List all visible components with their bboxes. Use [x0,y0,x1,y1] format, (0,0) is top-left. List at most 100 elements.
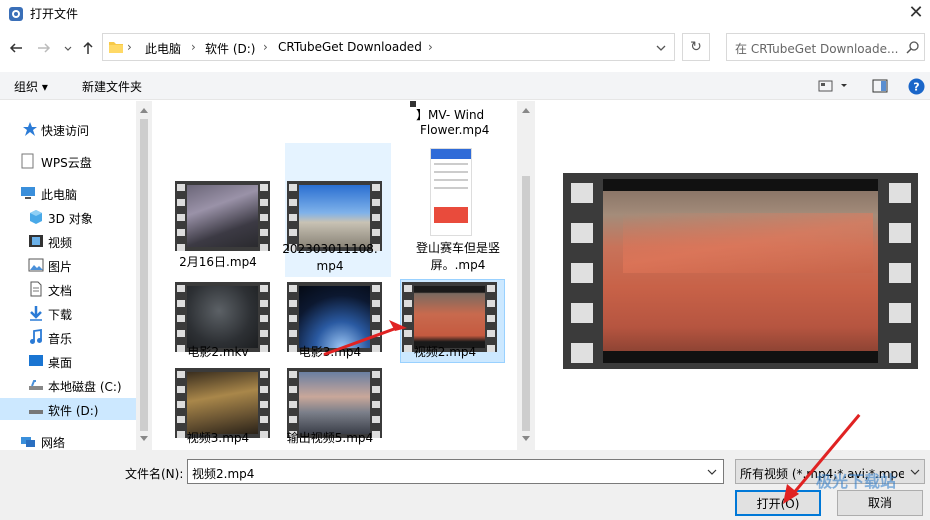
cube-icon [30,210,42,224]
sidebar-item-drive-c[interactable]: 本地磁盘 (C:) [0,374,136,396]
scroll-up-icon[interactable] [140,107,148,113]
file-tile[interactable]: 202303011108. mp4 [267,181,382,276]
scroll-down-icon[interactable] [140,436,148,442]
chevron-down-icon[interactable] [707,468,717,476]
sidebar-item-desktop[interactable]: 桌面 [0,350,136,372]
new-folder-button[interactable]: 新建文件夹 [82,78,142,95]
sprocket-hole [571,183,593,203]
file-tile[interactable]: 电影3.mp4 [267,282,382,362]
document-icon [30,281,42,297]
sprocket-hole [177,229,185,236]
picture-icon [28,258,44,272]
help-icon[interactable]: ? [908,78,925,95]
sidebar-item-pictures[interactable]: 图片 [0,254,136,276]
sprocket-hole [177,330,185,337]
sprocket-hole [289,229,297,236]
sprocket-hole [372,300,380,307]
filename-label: 文件名(N): [125,467,184,481]
close-button[interactable]: ✕ [904,2,928,24]
breadcrumb-this-pc[interactable]: 此电脑 [145,40,181,57]
file-list-scrollbar[interactable] [517,101,535,450]
sidebar-scroll-thumb[interactable] [140,119,148,431]
sprocket-hole [177,300,185,307]
sprocket-hole [289,285,297,292]
sidebar-item-label: 图片 [48,260,73,274]
music-icon [30,329,42,344]
sprocket-hole [487,285,495,292]
sidebar-item-label: 视频 [48,236,73,250]
cancel-button[interactable]: 取消 [837,490,923,516]
view-options-icon[interactable] [818,79,848,93]
scroll-up-icon[interactable] [522,107,530,113]
sprocket-hole [372,214,380,221]
sprocket-hole [289,401,297,408]
sprocket-hole [289,184,297,191]
app-icon [9,7,23,21]
breadcrumb-folder[interactable]: CRTubeGet Downloaded [278,40,422,54]
organize-menu[interactable]: 组织 ▾ [14,78,48,95]
file-tile[interactable]: 电影2.mkv [155,282,270,362]
sprocket-hole [289,330,297,337]
sidebar-item-documents[interactable]: 文档 [0,278,136,300]
file-tile[interactable]: 视频3.mp4 [155,368,270,448]
sprocket-hole [372,371,380,378]
drive-icon [29,380,43,390]
file-name: 2月16日.mp4 [179,255,257,269]
sidebar-item-network[interactable]: 网络 [0,430,136,450]
open-button[interactable]: 打开(O) [735,490,821,516]
sidebar-item-3d-objects[interactable]: 3D 对象 [0,206,136,228]
sprocket-hole [889,303,911,323]
refresh-button[interactable]: ↻ [682,33,710,61]
file-name: 视频2.mp4 [413,345,477,359]
star-icon [23,122,37,136]
sidebar-item-label: 本地磁盘 (C:) [48,380,122,394]
arrow-head-icon [389,320,407,331]
address-bar[interactable]: › 此电脑 › 软件 (D:) › CRTubeGet Downloaded › [102,33,675,61]
recent-locations-button[interactable] [60,40,76,56]
sprocket-hole [571,343,593,363]
sprocket-hole [177,371,185,378]
sidebar-item-wps-cloud[interactable]: WPS云盘 [0,150,136,172]
preview-pane-icon[interactable] [872,79,888,93]
back-button[interactable] [8,40,24,56]
sidebar-item-music[interactable]: 音乐 [0,326,136,348]
sidebar-item-videos[interactable]: 视频 [0,230,136,252]
sidebar-item-drive-d[interactable]: 软件 (D:) [0,398,136,420]
file-list-scroll-thumb[interactable] [522,176,530,431]
sprocket-hole [177,416,185,423]
forward-button[interactable] [36,40,52,56]
breadcrumb-drive-d[interactable]: 软件 (D:) [205,40,255,57]
sidebar-item-label: 软件 (D:) [48,404,99,418]
sidebar-item-this-pc[interactable]: 此电脑 [0,182,136,204]
breadcrumb-separator: › [127,40,132,54]
sprocket-hole [372,184,380,191]
chevron-down-icon[interactable] [655,43,667,53]
filename-value: 视频2.mp4 [192,467,255,481]
file-name-line1: 登山赛车但是竖 [415,241,500,255]
sidebar-item-label: 此电脑 [41,188,78,202]
sidebar-item-label: 网络 [41,436,66,450]
file-tile[interactable]: 2月16日.mp4 [155,181,270,276]
sprocket-hole [177,285,185,292]
up-arrow-icon [83,41,93,54]
sidebar-item-downloads[interactable]: 下载 [0,302,136,324]
up-button[interactable] [80,40,96,56]
sprocket-hole [289,416,297,423]
sprocket-hole [372,401,380,408]
filename-input[interactable]: 视频2.mp4 [187,459,724,484]
sidebar-item-quick-access[interactable]: 快速访问 [0,118,136,140]
sprocket-hole [404,300,412,307]
video-thumbnail [287,282,382,352]
sidebar-item-label: 3D 对象 [48,212,93,226]
search-input[interactable]: 在 CRTubeGet Downloade... [726,33,925,61]
sidebar-scrollbar[interactable] [136,101,152,450]
file-tile[interactable]: 输出视频5.mp4 [267,368,382,448]
sidebar-item-label: 快速访问 [41,124,90,138]
sprocket-hole [889,223,911,243]
window-title: 打开文件 [30,7,79,21]
sprocket-hole [289,214,297,221]
preview-filmstrip [563,173,918,369]
scroll-down-icon[interactable] [522,436,530,442]
chevron-down-icon[interactable] [910,468,920,476]
video-thumbnail [175,181,270,251]
